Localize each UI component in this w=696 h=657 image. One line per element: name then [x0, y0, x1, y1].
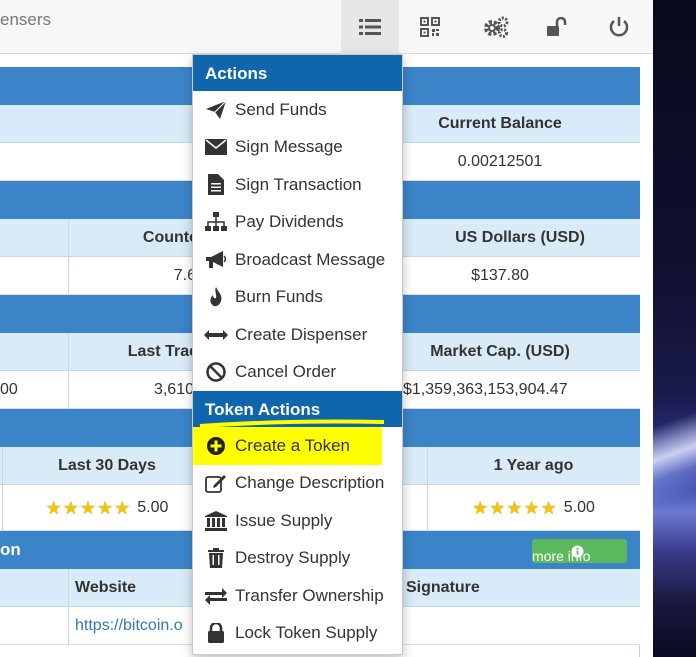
signature-header: Signature — [406, 579, 480, 596]
menu-item-label: Issue Supply — [235, 510, 333, 530]
top-navbar: ensers — [0, 0, 653, 54]
star-rating-icon: ★★★★★ — [45, 497, 132, 518]
menu-item-cancel-order[interactable]: Cancel Order — [193, 354, 402, 392]
market-cap-value: $1,359,363,153,904.47 — [403, 381, 568, 398]
qrcode-icon — [420, 17, 440, 37]
rating-1-year-score: 5.00 — [563, 499, 595, 516]
menu-item-label: Cancel Order — [235, 362, 337, 382]
menu-item-label: Create a Token — [235, 435, 350, 455]
menu-item-label: Create Dispenser — [235, 324, 368, 344]
menu-item-label: Sign Transaction — [235, 174, 362, 194]
bullhorn-icon — [204, 248, 228, 272]
exchange-icon — [204, 584, 228, 608]
menu-item-destroy-supply[interactable]: Destroy Supply — [193, 540, 402, 578]
menu-item-send-funds[interactable]: Send Funds — [193, 91, 402, 129]
last-30-days-header: Last 30 Days — [58, 457, 156, 474]
menu-item-broadcast-message[interactable]: Broadcast Message — [193, 241, 402, 279]
menu-item-sign-transaction[interactable]: Sign Transaction — [193, 166, 402, 204]
website-link[interactable]: https://bitcoin.o — [75, 607, 195, 645]
menu-item-sign-message[interactable]: Sign Message — [193, 129, 402, 167]
rating-1-year: ★★★★★ 5.00 — [427, 485, 640, 531]
bank-icon — [204, 509, 228, 533]
one-year-ago-header: 1 Year ago — [493, 457, 574, 474]
actions-section-header: Actions — [193, 55, 402, 91]
desktop-background — [653, 0, 696, 657]
actions-menu-button[interactable] — [341, 0, 399, 54]
menu-item-lock-token-supply[interactable]: Lock Token Supply — [193, 615, 402, 653]
menu-item-label: Broadcast Message — [235, 249, 386, 269]
more-info-label: more info — [532, 548, 591, 564]
menu-item-label: Pay Dividends — [235, 212, 344, 232]
rating-30-days: ★★★★★ 5.00 — [2, 485, 212, 531]
qrcode-button[interactable] — [401, 0, 459, 54]
last-trade-header: Last Trac — [127, 343, 198, 360]
left-value: 00 — [0, 381, 18, 398]
list-icon — [359, 19, 381, 35]
menu-item-label: Change Description — [235, 473, 385, 493]
menu-item-label: Sign Message — [235, 137, 343, 157]
paper-plane-icon — [204, 98, 228, 122]
last-trade-value: 3,610 — [153, 381, 194, 398]
edit-icon — [204, 471, 228, 495]
settings-button[interactable] — [467, 0, 525, 54]
counter-header: Counte — [142, 229, 198, 246]
light-streak — [653, 400, 696, 520]
counter-value: 7.6 — [173, 267, 196, 284]
usd-value: $137.80 — [471, 267, 529, 284]
unlock-icon — [547, 17, 567, 36]
usd-header: US Dollars (USD) — [455, 229, 585, 246]
actions-dropdown-menu: Actions Send Funds Sign Message Sign Tra… — [192, 54, 403, 655]
menu-item-label: Lock Token Supply — [235, 623, 378, 643]
arrows-h-icon — [204, 323, 228, 347]
brand-title[interactable]: ensers — [0, 10, 51, 30]
menu-item-label: Transfer Ownership — [235, 585, 384, 605]
star-rating-icon: ★★★★★ — [472, 497, 558, 518]
sitemap-icon — [204, 210, 228, 234]
power-icon — [609, 17, 629, 37]
ban-icon — [204, 360, 228, 384]
more-info-button[interactable]: more info — [532, 539, 627, 564]
rating-30-days-score: 5.00 — [137, 499, 169, 516]
unlock-button[interactable] — [528, 0, 586, 54]
menu-item-pay-dividends[interactable]: Pay Dividends — [193, 204, 402, 242]
logout-button[interactable] — [590, 0, 648, 54]
highlight-stroke — [199, 419, 385, 428]
menu-item-burn-funds[interactable]: Burn Funds — [193, 279, 402, 317]
menu-item-transfer-ownership[interactable]: Transfer Ownership — [193, 577, 402, 615]
file-text-icon — [204, 173, 228, 197]
lock-icon — [204, 621, 228, 645]
menu-item-create-token[interactable]: Create a Token — [193, 427, 382, 465]
column-divider — [68, 607, 69, 645]
menu-item-change-description[interactable]: Change Description — [193, 465, 402, 503]
menu-item-label: Destroy Supply — [235, 548, 351, 568]
plus-circle-icon — [204, 434, 228, 458]
fire-icon — [204, 285, 228, 309]
menu-item-create-dispenser[interactable]: Create Dispenser — [193, 316, 402, 354]
market-cap-header: Market Cap. (USD) — [430, 343, 570, 360]
menu-item-issue-supply[interactable]: Issue Supply — [193, 502, 402, 540]
info-section-title: on — [0, 540, 21, 559]
envelope-icon — [204, 135, 228, 159]
gears-icon — [484, 16, 509, 38]
menu-item-label: Send Funds — [235, 99, 327, 119]
trash-icon — [204, 546, 228, 570]
column-divider — [68, 569, 69, 607]
website-header: Website — [75, 579, 137, 596]
menu-item-label: Burn Funds — [235, 287, 323, 307]
